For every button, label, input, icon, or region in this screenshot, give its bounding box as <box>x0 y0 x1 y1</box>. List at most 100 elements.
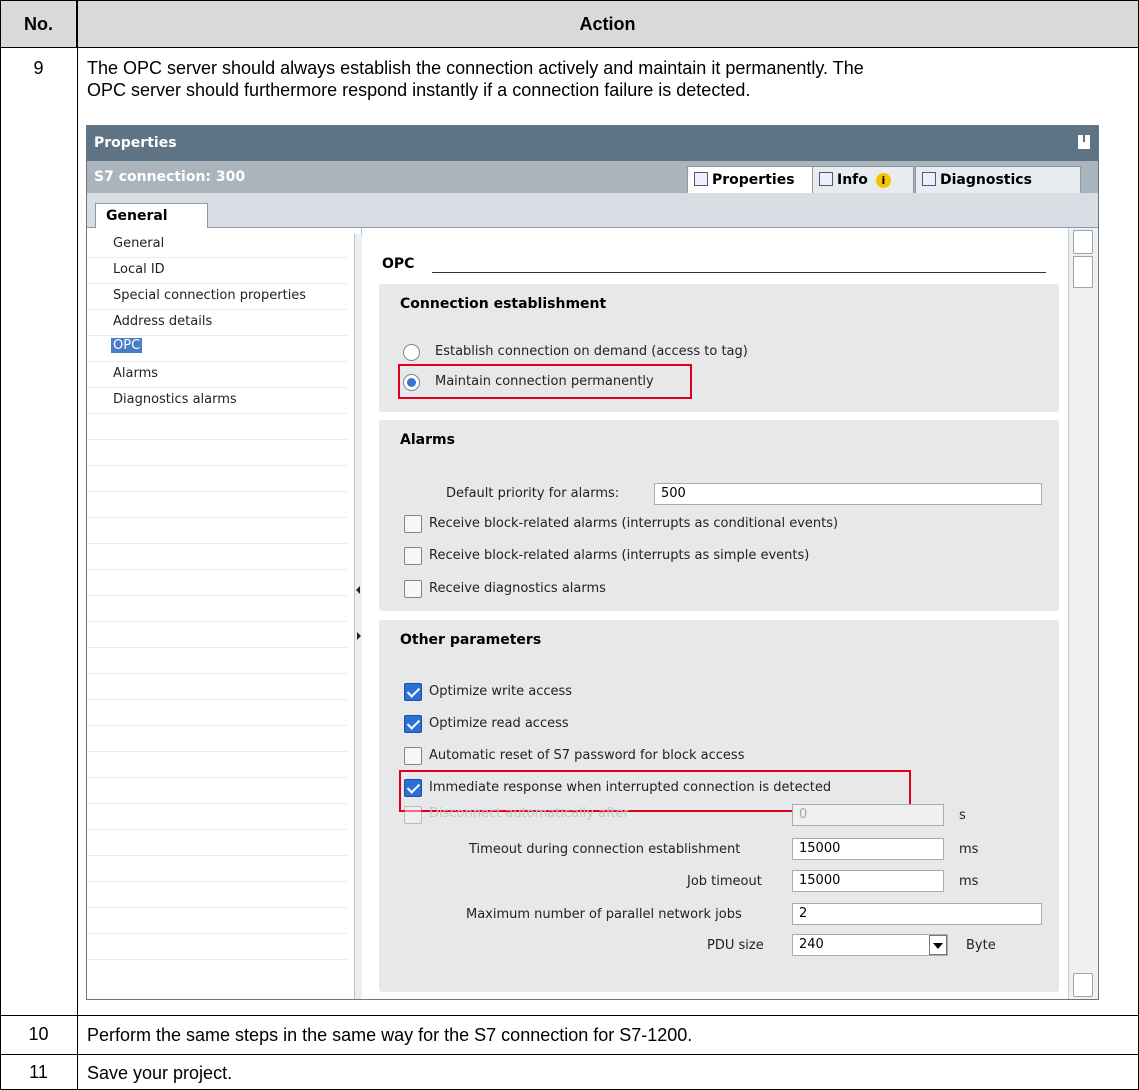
job-timeout-label: Job timeout <box>687 874 762 889</box>
tab-properties[interactable]: Properties <box>687 166 815 193</box>
tab-info-label: Info <box>837 172 868 188</box>
chevron-down-icon[interactable] <box>929 935 947 955</box>
parallel-jobs-label: Maximum number of parallel network jobs <box>466 907 742 922</box>
disconnect-unit: s <box>959 808 966 823</box>
checkbox-conditional-events-label: Receive block-related alarms (interrupts… <box>429 516 839 531</box>
default-priority-label: Default priority for alarms: <box>446 486 620 501</box>
nav-divider <box>87 491 347 492</box>
general-tab-bar: General <box>87 193 1098 229</box>
radio-on-demand-label: Establish connection on demand (access t… <box>435 344 748 359</box>
row-number: 10 <box>28 1024 49 1044</box>
nav-divider <box>87 907 347 908</box>
nav-divider <box>87 959 347 960</box>
row-divider <box>0 1054 1139 1055</box>
tab-diagnostics-label: Diagnostics <box>940 172 1032 188</box>
checkbox-simple-events[interactable] <box>404 547 422 565</box>
panel-splitter[interactable] <box>354 234 362 999</box>
nav-item-opc-label: OPC <box>111 338 143 353</box>
parallel-jobs-input[interactable]: 2 <box>792 903 1042 925</box>
alarms-section: Alarms Default priority for alarms: 500 … <box>379 420 1059 611</box>
tab-general[interactable]: General <box>95 203 208 229</box>
timeout-label: Timeout during connection establishment <box>469 842 741 857</box>
checkbox-optimize-write[interactable] <box>404 683 422 701</box>
table-header: No. Action <box>0 0 1139 48</box>
instruction-table: No. Action 9 The OPC server should alway… <box>0 0 1139 1090</box>
nav-divider <box>87 647 347 648</box>
nav-divider <box>87 751 347 752</box>
nav-divider <box>87 413 347 414</box>
disconnect-after-input[interactable]: 0 <box>792 804 944 826</box>
nav-divider <box>87 933 347 934</box>
row-number: 11 <box>29 1062 48 1082</box>
heading-rule <box>432 272 1046 273</box>
section-title: Alarms <box>400 432 455 448</box>
checkbox-reset-password-label: Automatic reset of S7 password for block… <box>429 748 745 763</box>
section-title: Other parameters <box>400 632 542 648</box>
window-title: Properties <box>94 135 177 151</box>
nav-divider <box>87 465 347 466</box>
scroll-up-icon[interactable] <box>1073 230 1093 254</box>
nav-item-diagnostics-alarms[interactable]: Diagnostics alarms <box>113 388 237 412</box>
nav-item-alarms[interactable]: Alarms <box>113 362 158 386</box>
nav-item-opc[interactable]: OPC <box>111 336 143 356</box>
row-text-line: The OPC server should always establish t… <box>87 58 864 78</box>
timeout-input[interactable]: 15000 <box>792 838 944 860</box>
property-nav: General Local ID Special connection prop… <box>87 228 362 999</box>
expand-right-icon[interactable] <box>357 632 361 640</box>
checkbox-optimize-read-label: Optimize read access <box>429 716 569 731</box>
default-priority-input[interactable]: 500 <box>654 483 1042 505</box>
nav-divider <box>87 517 347 518</box>
nav-divider <box>87 855 347 856</box>
nav-divider <box>87 595 347 596</box>
properties-window: Properties S7 connection: 300 Properties… <box>86 125 1099 1000</box>
checkbox-optimize-write-label: Optimize write access <box>429 684 573 699</box>
pdu-size-select[interactable]: 240 <box>792 934 948 956</box>
checkbox-conditional-events[interactable] <box>404 515 422 533</box>
row-text: Save your project. <box>87 1063 233 1083</box>
checkbox-disconnect-auto[interactable] <box>404 806 422 824</box>
nav-item-general[interactable]: General <box>113 232 164 256</box>
pdu-size-label: PDU size <box>707 938 764 953</box>
checkbox-simple-events-label: Receive block-related alarms (interrupts… <box>429 548 810 563</box>
radio-on-demand[interactable] <box>403 344 420 361</box>
inspector-bar: S7 connection: 300 Properties Info i Diag… <box>87 161 1098 193</box>
checkbox-reset-password[interactable] <box>404 747 422 765</box>
nav-divider <box>87 725 347 726</box>
window-title-bar: Properties <box>87 126 1098 161</box>
nav-item-address-details[interactable]: Address details <box>113 310 212 334</box>
nav-item-special-connection[interactable]: Special connection properties <box>113 284 306 308</box>
tab-info[interactable]: Info i <box>812 166 914 193</box>
collapse-left-icon[interactable] <box>356 586 360 594</box>
nav-divider <box>87 569 347 570</box>
nav-divider <box>87 803 347 804</box>
timeout-unit: ms <box>959 842 979 857</box>
nav-item-local-id[interactable]: Local ID <box>113 258 165 282</box>
table-column-divider <box>77 0 78 1090</box>
job-timeout-input[interactable]: 15000 <box>792 870 944 892</box>
nav-divider <box>87 673 347 674</box>
nav-divider <box>87 881 347 882</box>
row-divider <box>0 1015 1139 1016</box>
info-badge-icon: i <box>875 173 891 188</box>
section-title: Connection establishment <box>400 296 607 312</box>
checkbox-disconnect-auto-label: Disconnect automatically after <box>429 806 629 821</box>
checkbox-optimize-read[interactable] <box>404 715 422 733</box>
other-parameters-section: Other parameters Optimize write access O… <box>379 620 1059 992</box>
tab-diagnostics[interactable]: Diagnostics <box>915 166 1081 193</box>
row-number: 9 <box>33 58 44 78</box>
nav-divider <box>87 543 347 544</box>
highlight-box <box>398 364 692 399</box>
nav-divider <box>87 439 347 440</box>
checkbox-diagnostics-alarms[interactable] <box>404 580 422 598</box>
opc-settings-panel: OPC Connection establishment Establish c… <box>362 228 1068 999</box>
properties-icon <box>694 172 708 186</box>
scroll-down-icon[interactable] <box>1073 973 1093 997</box>
header-no: No. <box>0 1 77 47</box>
nav-divider <box>87 777 347 778</box>
tab-properties-label: Properties <box>712 172 795 188</box>
pin-icon[interactable] <box>1078 135 1090 149</box>
table-border-left <box>0 0 1 1090</box>
scroll-thumb[interactable] <box>1073 256 1093 288</box>
nav-divider <box>87 621 347 622</box>
vertical-scrollbar[interactable] <box>1068 228 1098 999</box>
